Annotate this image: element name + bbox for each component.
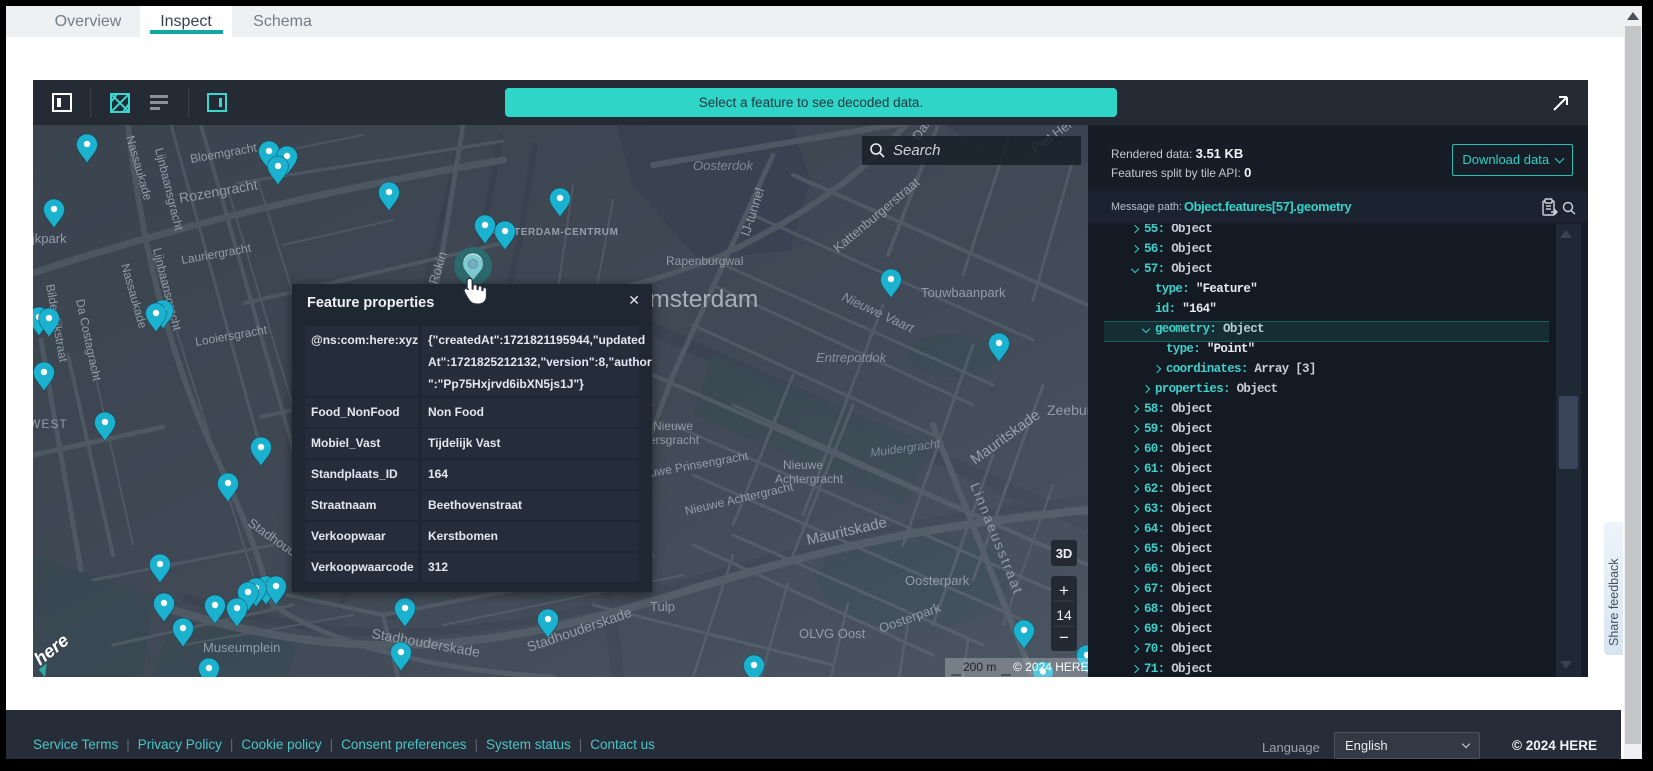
svg-text:Museumplein: Museumplein: [203, 640, 280, 655]
svg-text:Tulp: Tulp: [650, 599, 675, 614]
svg-text:Search: Search: [893, 142, 941, 159]
svg-text:14: 14: [1056, 607, 1072, 623]
svg-text:Entrepotdok: Entrepotdok: [816, 350, 888, 365]
svg-text:© 2024 HERE: © 2024 HERE: [1013, 660, 1088, 674]
svg-text:Nieuwe: Nieuwe: [783, 458, 823, 472]
svg-text:ijkpark: ijkpark: [33, 231, 67, 246]
svg-text:Oosterdok: Oosterdok: [693, 158, 754, 173]
svg-text:3D: 3D: [1056, 546, 1073, 561]
svg-text:WEST: WEST: [33, 417, 68, 431]
svg-text:+: +: [1059, 581, 1069, 600]
svg-text:Rapenburgwal: Rapenburgwal: [666, 254, 743, 268]
svg-text:OLVG Oost: OLVG Oost: [799, 626, 866, 641]
svg-text:200 m: 200 m: [963, 660, 996, 674]
svg-text:Oosterpark: Oosterpark: [905, 573, 970, 588]
svg-text:Touwbaanpark: Touwbaanpark: [921, 285, 1006, 300]
svg-text:Nieuwe: Nieuwe: [653, 419, 693, 433]
svg-text:Zeeburg: Zeeburg: [1047, 402, 1088, 418]
svg-text:−: −: [1059, 628, 1069, 647]
